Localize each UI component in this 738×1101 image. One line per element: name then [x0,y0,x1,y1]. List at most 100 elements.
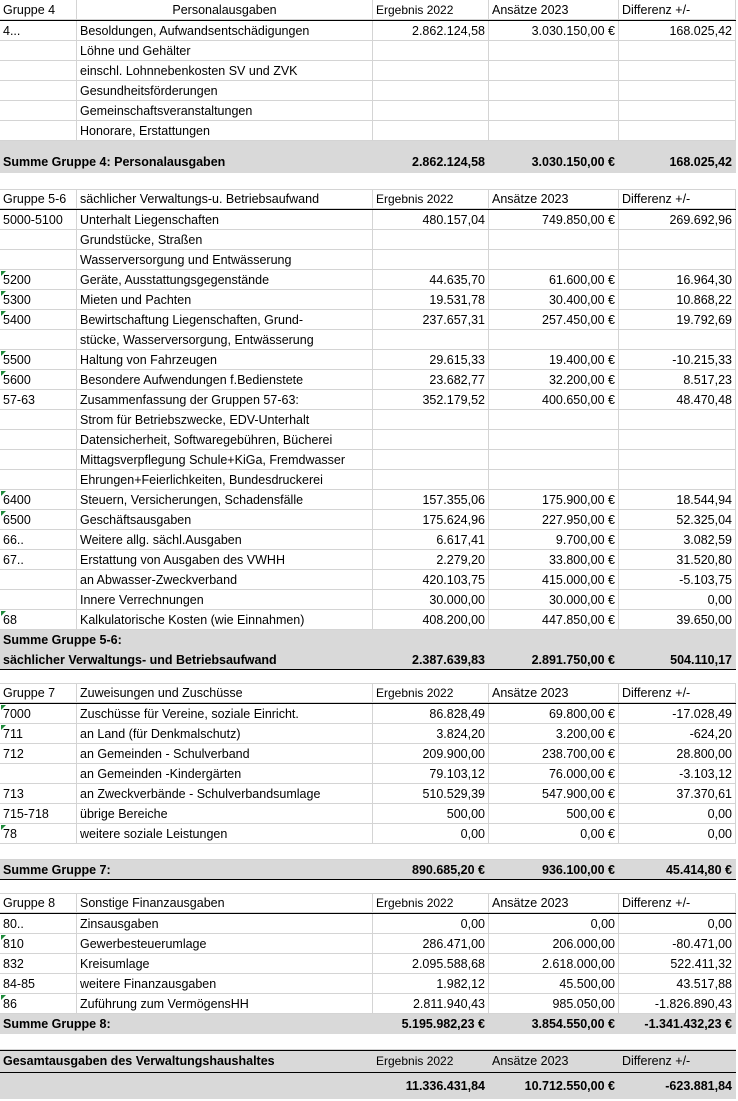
cell-ergebnis-2022[interactable]: 19.531,78 [373,290,489,310]
table-row[interactable]: Innere Verrechnungen 30.000,00 30.000,00 €… [0,590,736,610]
cell-ergebnis-2022[interactable] [373,430,489,450]
table-row[interactable]: an Abwasser-Zweckverband 420.103,75 415.00… [0,570,736,590]
table-row[interactable]: Wasserversorgung und Entwässerung [0,250,736,270]
table-row[interactable]: 5000-5100 Unterhalt Liegenschaften 480.157… [0,210,736,230]
cell-code[interactable]: 67.. [0,550,77,570]
cell-ergebnis-2022[interactable]: 286.471,00 [373,934,489,954]
total-ansaetze[interactable]: 10.712.550,00 € [489,1073,619,1099]
cell-differenz[interactable]: 18.544,94 [619,490,736,510]
cell-code[interactable]: 810 [0,934,77,954]
cell-description[interactable]: Weitere allg. sächl.Ausgaben [77,530,373,550]
cell-differenz[interactable]: -17.028,49 [619,704,736,724]
cell-ansaetze-2023[interactable]: 415.000,00 € [489,570,619,590]
cell-differenz[interactable] [619,250,736,270]
cell-differenz[interactable]: 48.470,48 [619,390,736,410]
cell-code[interactable]: 5300 [0,290,77,310]
cell-ansaetze-2023[interactable]: 76.000,00 € [489,764,619,784]
col-ansaetze-header[interactable]: Ansätze 2023 [489,684,619,703]
col-ergebnis-header[interactable]: Ergebnis 2022 [373,684,489,703]
cell-ansaetze-2023[interactable]: 69.800,00 € [489,704,619,724]
cell-description[interactable]: stücke, Wasserversorgung, Entwässerung [77,330,373,350]
cell-differenz[interactable]: 39.650,00 [619,610,736,630]
cell-code[interactable] [0,61,77,81]
cell-description[interactable]: Kreisumlage [77,954,373,974]
cell-ansaetze-2023[interactable]: 30.400,00 € [489,290,619,310]
group7-sum-differenz[interactable]: 45.414,80 € [619,860,736,879]
cell-code[interactable] [0,81,77,101]
cell-description[interactable]: Datensicherheit, Softwaregebühren, Büche… [77,430,373,450]
col-ansaetze-header[interactable]: Ansätze 2023 [489,1051,619,1072]
cell-ergebnis-2022[interactable]: 237.657,31 [373,310,489,330]
cell-ansaetze-2023[interactable] [489,470,619,490]
table-row[interactable]: Datensicherheit, Softwaregebühren, Büche… [0,430,736,450]
cell-differenz[interactable]: -10.215,33 [619,350,736,370]
table-row[interactable]: Grundstücke, Straßen [0,230,736,250]
col-differenz-header[interactable]: Differenz +/- [619,0,736,20]
cell-description[interactable]: Steuern, Versicherungen, Schadensfälle [77,490,373,510]
group56-label[interactable]: Gruppe 5-6 [0,190,77,209]
cell-code[interactable] [0,764,77,784]
group8-sum-row[interactable]: Summe Gruppe 8: 5.195.982,23 € 3.854.550… [0,1014,736,1034]
cell-code[interactable]: 84-85 [0,974,77,994]
group4-sum-differenz[interactable]: 168.025,42 [619,141,736,173]
cell-description[interactable]: Erstattung von Ausgaben des VWHH [77,550,373,570]
cell-ergebnis-2022[interactable]: 2.811.940,43 [373,994,489,1014]
group4-label[interactable]: Gruppe 4 [0,0,77,20]
cell-ansaetze-2023[interactable]: 32.200,00 € [489,370,619,390]
group8-sum-label[interactable]: Summe Gruppe 8: [0,1014,373,1034]
cell-code[interactable]: 86 [0,994,77,1014]
cell-ergebnis-2022[interactable] [373,450,489,470]
table-row[interactable]: 5500 Haltung von Fahrzeugen 29.615,33 19.40… [0,350,736,370]
empty-cell[interactable] [489,630,619,650]
group7-header-row[interactable]: Gruppe 7 Zuweisungen und Zuschüsse Ergeb… [0,684,736,704]
table-row[interactable]: Löhne und Gehälter [0,41,736,61]
cell-code[interactable]: 5000-5100 [0,210,77,230]
cell-ansaetze-2023[interactable]: 19.400,00 € [489,350,619,370]
cell-differenz[interactable] [619,230,736,250]
cell-ansaetze-2023[interactable]: 227.950,00 € [489,510,619,530]
cell-description[interactable]: Bewirtschaftung Liegenschaften, Grund- [77,310,373,330]
cell-code[interactable]: 5500 [0,350,77,370]
cell-ergebnis-2022[interactable]: 510.529,39 [373,784,489,804]
cell-ansaetze-2023[interactable]: 447.850,00 € [489,610,619,630]
table-row[interactable]: 832 Kreisumlage 2.095.588,68 2.618.000,00 52… [0,954,736,974]
cell-differenz[interactable]: 3.082,59 [619,530,736,550]
cell-ergebnis-2022[interactable]: 79.103,12 [373,764,489,784]
cell-code[interactable] [0,570,77,590]
cell-ansaetze-2023[interactable]: 2.618.000,00 [489,954,619,974]
table-row[interactable]: 5400 Bewirtschaftung Liegenschaften, Grun… [0,310,736,330]
group56-sum-row[interactable]: sächlicher Verwaltungs- und Betriebsaufw… [0,650,736,670]
cell-code[interactable]: 7000 [0,704,77,724]
cell-description[interactable]: Grundstücke, Straßen [77,230,373,250]
cell-ergebnis-2022[interactable]: 23.682,77 [373,370,489,390]
cell-differenz[interactable] [619,101,736,121]
cell-differenz[interactable]: -80.471,00 [619,934,736,954]
table-row[interactable]: 6400 Steuern, Versicherungen, Schadensfäl… [0,490,736,510]
cell-code[interactable]: 5400 [0,310,77,330]
cell-code[interactable] [0,41,77,61]
cell-ergebnis-2022[interactable] [373,470,489,490]
cell-code[interactable]: 832 [0,954,77,974]
cell-code[interactable]: 6400 [0,490,77,510]
table-row[interactable]: Strom für Betriebszwecke, EDV-Unterhalt [0,410,736,430]
cell-ansaetze-2023[interactable]: 0,00 € [489,824,619,844]
cell-ansaetze-2023[interactable]: 61.600,00 € [489,270,619,290]
cell-ansaetze-2023[interactable] [489,81,619,101]
cell-differenz[interactable]: 43.517,88 [619,974,736,994]
cell-ansaetze-2023[interactable] [489,101,619,121]
table-row[interactable]: 66.. Weitere allg. sächl.Ausgaben 6.617,41… [0,530,736,550]
col-ergebnis-header[interactable]: Ergebnis 2022 [373,0,489,20]
cell-code[interactable] [0,430,77,450]
cell-description[interactable]: Geräte, Ausstattungsgegenstände [77,270,373,290]
cell-description[interactable]: Zinsausgaben [77,914,373,934]
group4-sum-row[interactable]: Summe Gruppe 4: Personalausgaben 2.862.1… [0,141,736,173]
cell-ansaetze-2023[interactable]: 0,00 [489,914,619,934]
cell-description[interactable]: Zuführung zum VermögensHH [77,994,373,1014]
group56-sum-label[interactable]: sächlicher Verwaltungs- und Betriebsaufw… [0,650,373,669]
group56-title[interactable]: sächlicher Verwaltungs-u. Betriebsaufwan… [77,190,373,209]
group56-sum-differenz[interactable]: 504.110,17 [619,650,736,669]
table-row[interactable]: 810 Gewerbesteuerumlage 286.471,00 206.000,… [0,934,736,954]
cell-differenz[interactable]: 16.964,30 [619,270,736,290]
total-header-row[interactable]: Gesamtausgaben des Verwaltungshaushaltes… [0,1050,736,1072]
cell-differenz[interactable]: 522.411,32 [619,954,736,974]
